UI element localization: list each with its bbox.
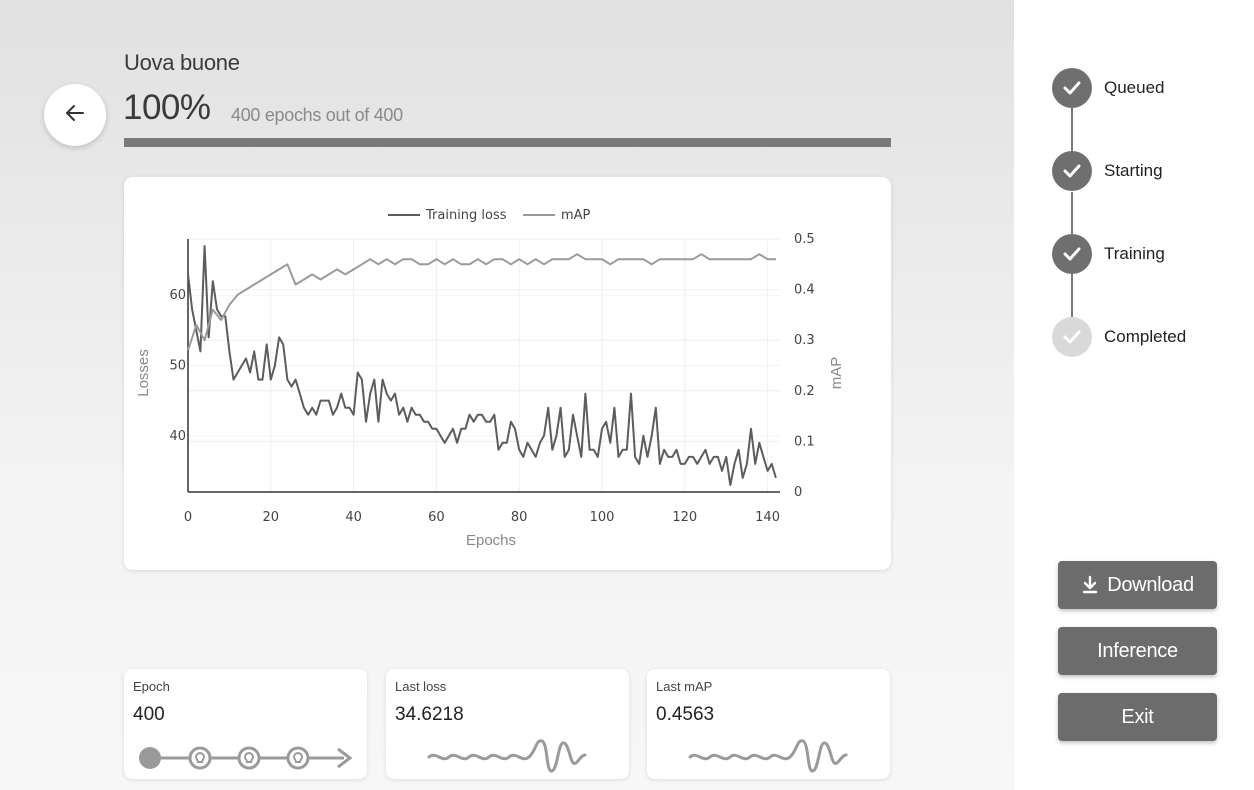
step-label: Starting: [1104, 161, 1163, 180]
y2-tick-label: 0.5: [794, 232, 815, 247]
y2-tick-label: 0: [794, 485, 802, 500]
wave-icon: [688, 739, 848, 773]
check-icon: [1052, 234, 1092, 274]
chart-legend: Training loss mAP: [388, 208, 591, 223]
inference-label: Inference: [1097, 639, 1178, 662]
stat-card-last-map: Last mAP 0.4563: [647, 669, 890, 779]
training-chart: 0 20 40 60 80 100 120 140 0 0.1 0.2 0.3 0.4 0.5 40 50 60…: [135, 208, 845, 549]
download-icon: [1083, 575, 1098, 594]
y2-tick-label: 0.4: [794, 283, 815, 298]
legend-label-map[interactable]: mAP: [561, 208, 591, 223]
x-tick-label: 20: [263, 510, 280, 525]
y-tick-label: 40: [169, 429, 186, 444]
series-line-map: [187, 253, 776, 351]
epoch-progress-icon: [139, 746, 353, 770]
training-chart-card: 0 20 40 60 80 100 120 140 0 0.1 0.2 0.3 0.4 0.5 40 50 60…: [124, 177, 891, 570]
step-training: Training: [1052, 234, 1252, 276]
stat-card-epoch: Epoch 400: [124, 669, 367, 779]
exit-label: Exit: [1121, 705, 1154, 728]
download-label: Download: [1107, 573, 1194, 596]
step-queued: Queued: [1052, 68, 1252, 110]
y2-tick-label: 0.3: [794, 333, 815, 348]
step-completed: Completed: [1052, 317, 1252, 359]
inference-button[interactable]: Inference: [1058, 627, 1217, 675]
epochs-progress-text: 400 epochs out of 400: [231, 105, 403, 125]
progress-percent: 100%: [123, 88, 211, 127]
check-icon: [1052, 151, 1092, 191]
progress-bar: [124, 138, 891, 147]
back-button[interactable]: [44, 84, 106, 146]
check-icon: [1052, 317, 1092, 357]
legend-label-training-loss[interactable]: Training loss: [425, 208, 507, 223]
x-tick-label: 140: [755, 510, 780, 525]
step-connector: [1071, 108, 1073, 152]
step-label: Training: [1104, 244, 1165, 263]
y2-tick-label: 0.2: [794, 384, 815, 399]
x-tick-label: 80: [511, 510, 528, 525]
check-icon: [1052, 68, 1092, 108]
step-label: Completed: [1104, 327, 1187, 346]
y-tick-label: 60: [169, 288, 186, 303]
x-tick-label: 60: [428, 510, 445, 525]
step-label: Queued: [1104, 78, 1165, 97]
step-connector: [1071, 274, 1073, 318]
exit-button[interactable]: Exit: [1058, 693, 1217, 741]
x-tick-label: 100: [590, 510, 615, 525]
progress-bar-fill: [124, 138, 891, 147]
arrow-left-icon: [64, 102, 86, 129]
stat-card-last-loss: Last loss 34.6218: [386, 669, 629, 779]
main-panel: Uova buone 100% 400 epochs out of 400 0 2…: [0, 0, 1014, 790]
x-tick-label: 0: [184, 510, 192, 525]
wave-icon: [427, 739, 587, 773]
x-axis-title: Epochs: [466, 532, 516, 549]
y-tick-label: 50: [169, 359, 186, 374]
y2-tick-label: 0.1: [794, 434, 815, 449]
x-tick-label: 120: [672, 510, 697, 525]
download-button[interactable]: Download: [1058, 561, 1217, 609]
step-starting: Starting: [1052, 151, 1252, 193]
x-tick-label: 40: [345, 510, 362, 525]
chart-ticks: 0 20 40 60 80 100 120 140 0 0.1 0.2 0.3 0.4 0.5 40 50 60: [169, 232, 814, 525]
model-title: Uova buone: [124, 50, 240, 75]
y-axis-title: Losses: [135, 349, 152, 397]
y2-axis-title: mAP: [828, 357, 845, 390]
step-connector: [1071, 192, 1073, 234]
chart-grid: [188, 238, 780, 493]
